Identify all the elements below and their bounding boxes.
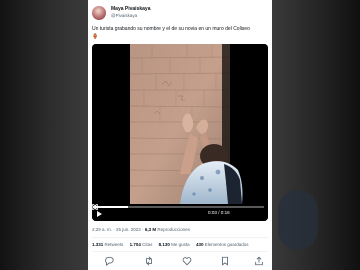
tweet-text: Un turista grabando su nombre y el de su…	[92, 26, 250, 32]
quotes-stat[interactable]: 1.704 Citas	[130, 242, 153, 247]
retweet-icon	[146, 256, 152, 266]
divider	[92, 251, 268, 252]
reply-button[interactable]	[104, 256, 114, 266]
likes-count: 8.130	[158, 242, 170, 247]
like-button[interactable]	[182, 256, 192, 266]
play-icon[interactable]	[97, 211, 102, 217]
retweets-count: 1.331	[92, 242, 104, 247]
background-right	[272, 0, 360, 270]
background-left	[0, 0, 88, 270]
background-figure	[278, 190, 318, 250]
progress-fill	[96, 206, 128, 208]
view-label: Reproducciones	[157, 227, 190, 232]
action-bar	[92, 256, 268, 266]
quotes-count: 1.704	[129, 242, 141, 247]
retweets-stat[interactable]: 1.331 Retweets	[92, 242, 123, 247]
time-readout: 0:03 / 0:16	[208, 210, 230, 215]
bookmark-button[interactable]	[220, 256, 230, 266]
progress-bar[interactable]	[96, 206, 264, 208]
view-count: 6,3 M	[144, 227, 157, 232]
timestamp[interactable]: 2:29 a. m. · 25 jun. 2023	[92, 227, 141, 232]
likes-stat[interactable]: 8.130 Me gusta	[159, 242, 190, 247]
bookmarks-label: Elementos guardados	[204, 242, 249, 247]
video-controls: 0:03 / 0:16	[92, 204, 268, 221]
tweet-card: Maya Pivaiskaya @Pivaiskaya Un turista g…	[88, 0, 272, 270]
author-handle[interactable]: @Pivaiskaya	[111, 13, 137, 18]
video-player[interactable]: 0:03 / 0:16	[92, 44, 268, 221]
bookmarks-count: 430	[195, 242, 204, 247]
bookmark-icon	[222, 256, 228, 266]
likes-label: Me gusta	[171, 242, 190, 247]
retweets-label: Retweets	[104, 242, 124, 247]
reply-icon	[105, 256, 114, 266]
divider	[92, 237, 268, 238]
amphora-emoji: 🏺	[92, 34, 99, 40]
like-icon	[182, 257, 192, 266]
bookmarks-stat[interactable]: 430 Elementos guardados	[196, 242, 249, 247]
avatar[interactable]	[92, 6, 106, 20]
retweet-button[interactable]	[144, 256, 154, 266]
video-frame	[92, 44, 268, 221]
tweet-author[interactable]: Maya Pivaiskaya @Pivaiskaya	[92, 5, 268, 23]
author-name[interactable]: Maya Pivaiskaya	[111, 6, 150, 12]
quotes-label: Citas	[142, 242, 153, 247]
engagement-stats: 1.331 Retweets 1.704 Citas 8.130 Me gust…	[92, 242, 270, 247]
fullscreen-icon[interactable]	[92, 204, 98, 210]
share-button[interactable]	[254, 256, 264, 266]
tweet-meta: 2:29 a. m. · 25 jun. 2023 · 6,3 M Reprod…	[92, 227, 190, 232]
share-icon	[255, 256, 263, 266]
